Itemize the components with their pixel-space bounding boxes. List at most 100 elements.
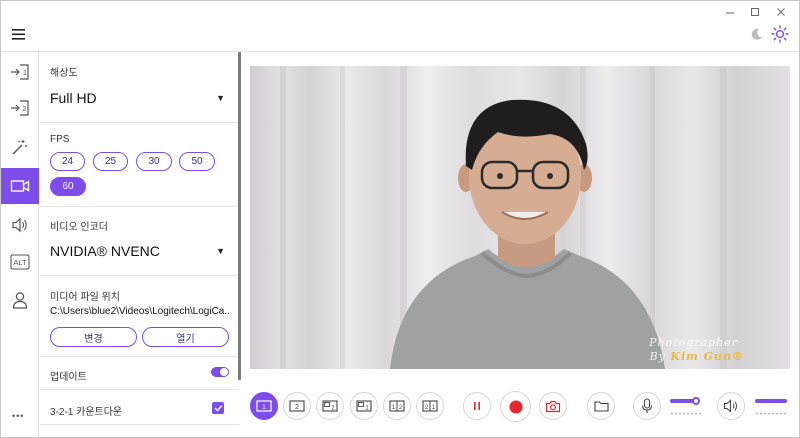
fps-option-50[interactable]: 50 — [179, 152, 215, 171]
video-camera-icon — [10, 180, 29, 192]
svg-text:2: 2 — [399, 405, 403, 411]
chevron-down-icon: ▼ — [216, 93, 225, 103]
rail-item-effects[interactable] — [0, 129, 39, 165]
rail-item-audio[interactable] — [0, 207, 39, 243]
pause-button[interactable] — [463, 392, 491, 420]
input-2-icon: 2 — [10, 100, 29, 116]
minimize-button[interactable] — [718, 4, 742, 20]
maximize-button[interactable] — [743, 4, 767, 20]
svg-text:1: 1 — [392, 405, 396, 411]
magic-wand-icon — [12, 140, 27, 155]
media-location-label: 미디어 파일 위치 — [50, 292, 120, 303]
svg-text:1: 1 — [23, 70, 27, 77]
speaker-level-meter — [755, 412, 787, 415]
open-location-button[interactable]: 열기 — [142, 327, 229, 347]
person-icon — [12, 292, 27, 309]
watermark-name: Kim Gun® — [670, 350, 744, 363]
camera-icon — [545, 400, 561, 412]
layout-split-icon: 12 — [389, 400, 405, 412]
media-path: C:\Users\blue2\Videos\Logitech\LogiCa... — [50, 306, 230, 317]
encoder-select[interactable]: NVIDIA® NVENC ▼ — [50, 243, 225, 259]
rail-item-video[interactable] — [0, 168, 39, 204]
watermark-by: By — [649, 350, 666, 363]
svg-text:2: 2 — [425, 405, 429, 411]
rail-item-account[interactable] — [0, 282, 39, 318]
sun-icon — [771, 25, 789, 43]
svg-text:ALT: ALT — [13, 258, 27, 267]
layout-pip-icon: 2 — [322, 400, 338, 412]
light-theme-button[interactable] — [771, 25, 789, 48]
layout-pip-alt-button[interactable]: 1 — [350, 392, 378, 420]
microphone-button[interactable] — [633, 392, 661, 420]
svg-text:2: 2 — [295, 404, 299, 411]
resolution-select[interactable]: Full HD ▼ — [50, 90, 225, 106]
section-divider — [40, 424, 239, 425]
speaker-icon — [11, 217, 27, 233]
layout-split-alt-button[interactable]: 21 — [416, 392, 444, 420]
record-button[interactable] — [500, 391, 531, 422]
microphone-level-handle[interactable] — [692, 397, 700, 405]
side-rail: 1 2 ALT ••• — [0, 52, 39, 438]
speaker-level-fill — [755, 399, 787, 403]
encoder-value: NVIDIA® NVENC — [50, 243, 160, 259]
section-divider — [40, 122, 239, 123]
countdown-checkbox[interactable] — [212, 402, 224, 414]
layout-2-icon: 2 — [289, 400, 305, 412]
folder-icon — [593, 401, 609, 412]
layout-1-icon: 1 — [256, 400, 272, 412]
microphone-icon — [641, 398, 653, 413]
svg-text:2: 2 — [22, 106, 26, 113]
pause-icon — [474, 402, 480, 410]
layout-split-button[interactable]: 12 — [383, 392, 411, 420]
hamburger-icon — [12, 29, 25, 40]
layout-pip-alt-icon: 1 — [356, 400, 372, 412]
settings-scrollbar[interactable] — [238, 52, 241, 380]
dark-theme-button[interactable] — [750, 27, 764, 46]
alt-key-icon: ALT — [9, 254, 30, 270]
section-divider — [40, 206, 239, 207]
resolution-value: Full HD — [50, 90, 97, 106]
layout-pip-button[interactable]: 2 — [316, 392, 344, 420]
speaker-icon — [723, 399, 737, 413]
speaker-button[interactable] — [717, 392, 745, 420]
check-icon — [214, 405, 223, 412]
update-label: 업데이트 — [50, 372, 87, 383]
more-button[interactable]: ••• — [12, 406, 24, 424]
fps-label: FPS — [50, 134, 70, 145]
resolution-label: 해상도 — [50, 68, 78, 79]
layout-second-button[interactable]: 2 — [283, 392, 311, 420]
watermark-credit: By Kim Gun® — [650, 350, 744, 363]
maximize-icon — [751, 8, 759, 16]
snapshot-button[interactable] — [539, 392, 567, 420]
update-toggle[interactable] — [211, 367, 229, 377]
more-icon: ••• — [12, 411, 25, 421]
svg-text:1: 1 — [432, 405, 436, 411]
rail-item-source-1[interactable]: 1 — [0, 54, 39, 90]
camera-preview: Photographer By Kim Gun® — [250, 66, 790, 369]
watermark-text: Photographer — [649, 336, 738, 349]
moon-icon — [751, 28, 762, 40]
record-icon — [509, 400, 522, 413]
open-folder-button[interactable] — [587, 392, 615, 420]
section-divider — [40, 356, 239, 357]
layout-single-button[interactable]: 1 — [250, 392, 278, 420]
fps-option-60[interactable]: 60 — [50, 177, 86, 196]
minimize-icon — [726, 12, 734, 14]
section-divider — [40, 275, 239, 276]
change-location-button[interactable]: 변경 — [50, 327, 137, 347]
menu-button[interactable] — [12, 27, 26, 40]
layout-split-alt-icon: 21 — [422, 400, 438, 412]
rail-item-shortcuts[interactable]: ALT — [0, 244, 39, 280]
input-1-icon: 1 — [10, 64, 29, 80]
rail-item-source-2[interactable]: 2 — [0, 90, 39, 126]
microphone-level-meter — [670, 412, 702, 415]
close-button[interactable] — [769, 4, 793, 20]
svg-text:1: 1 — [262, 404, 266, 411]
fps-option-30[interactable]: 30 — [136, 152, 172, 171]
close-icon — [777, 8, 785, 16]
section-divider — [40, 389, 239, 390]
fps-option-25[interactable]: 25 — [93, 152, 128, 171]
chevron-down-icon: ▼ — [216, 246, 225, 256]
encoder-label: 비디오 인코더 — [50, 222, 108, 233]
fps-option-24[interactable]: 24 — [50, 152, 85, 171]
